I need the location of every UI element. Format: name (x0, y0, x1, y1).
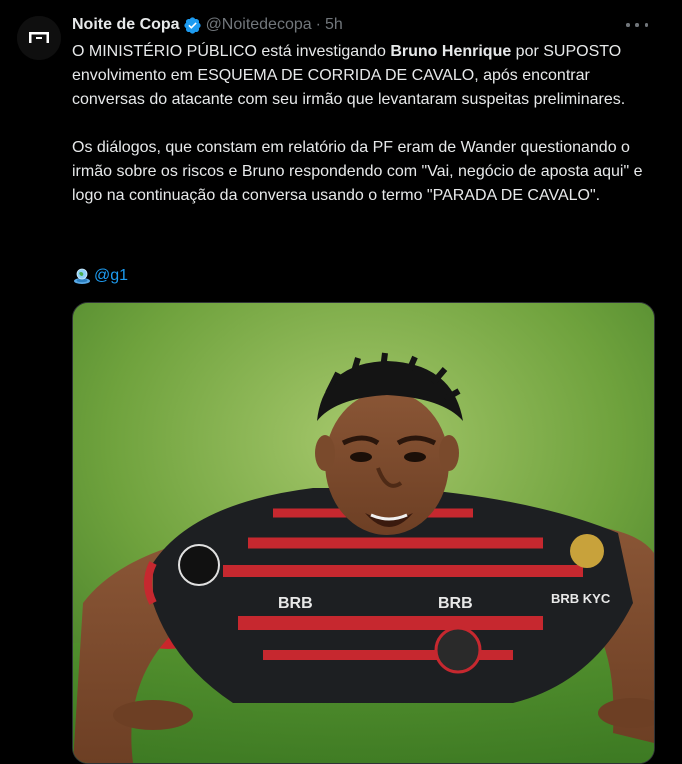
separator-dot: · (315, 16, 321, 33)
author-avatar[interactable] (17, 16, 61, 60)
tweet-text-segment: O MINISTÉRIO PÚBLICO está investigando (72, 43, 391, 60)
author-display-name[interactable]: Noite de Copa (72, 16, 180, 34)
noite-de-copa-logo-icon (17, 16, 61, 60)
globe-emoji-icon (74, 268, 90, 284)
tweet-header: Noite de Copa @Noitedecopa · 5h (72, 14, 343, 36)
tweet-text: O MINISTÉRIO PÚBLICO está investigando B… (72, 40, 662, 208)
more-dot (626, 23, 630, 27)
jersey-sponsor-text: BRB (278, 595, 313, 612)
tweet-paragraph-2: Os diálogos, que constam em relatório da… (72, 139, 643, 204)
author-handle[interactable]: @Noitedecopa (206, 16, 312, 34)
mention-link[interactable]: @g1 (94, 267, 128, 285)
more-dot (635, 23, 639, 27)
tweet-paragraph-1: O MINISTÉRIO PÚBLICO está investigando B… (72, 40, 662, 112)
jersey-sponsor-text-2: BRB (438, 595, 473, 612)
player-photo: BRB BRB BRB KYC (73, 303, 654, 763)
tweet-timestamp[interactable]: 5h (325, 16, 343, 34)
sleeve-sponsor-text: BRB KYC (551, 591, 611, 606)
more-dot (644, 23, 648, 27)
verified-badge-icon[interactable] (183, 16, 202, 35)
mention-line: @g1 (72, 264, 128, 288)
tweet-media-image[interactable]: BRB BRB BRB KYC (72, 302, 655, 764)
tweet-bold-name: Bruno Henrique (390, 43, 512, 60)
tweet[interactable]: Noite de Copa @Noitedecopa · 5h O MINIST… (0, 0, 682, 764)
more-options-icon[interactable] (626, 18, 648, 32)
